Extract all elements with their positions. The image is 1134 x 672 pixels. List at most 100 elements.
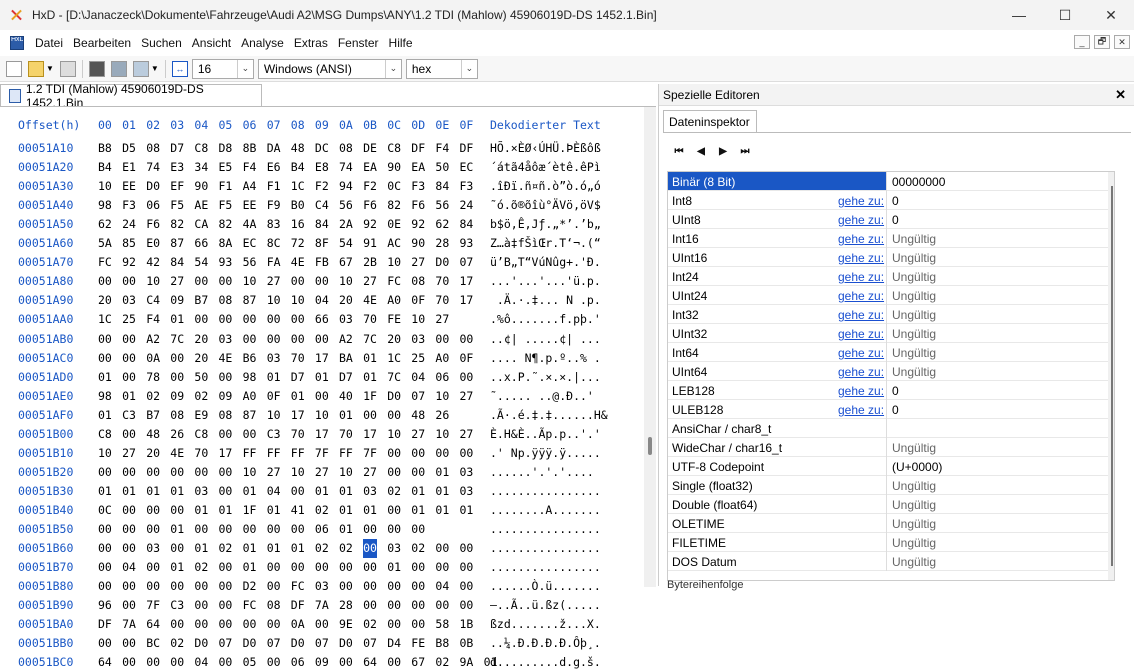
hex-byte[interactable]: 27 (460, 387, 474, 406)
hex-byte[interactable]: 2B (363, 253, 377, 272)
menu-ansicht[interactable]: Ansicht (187, 36, 236, 50)
hex-byte[interactable]: B7 (194, 291, 208, 310)
decoded-text[interactable]: d.........d.g.š. (490, 653, 601, 672)
decoded-text[interactable]: ................ (490, 520, 601, 539)
hex-byte[interactable]: 02 (339, 539, 353, 558)
last-byte-icon[interactable]: ⏭ (737, 143, 753, 159)
hex-byte[interactable]: AC (387, 234, 401, 253)
hex-byte[interactable]: 27 (411, 425, 425, 444)
menu-hilfe[interactable]: Hilfe (384, 36, 418, 50)
inspector-row[interactable]: OLETIME Ungültig (668, 514, 1108, 533)
hex-byte[interactable]: 10 (315, 406, 329, 425)
hex-byte[interactable]: 96 (98, 596, 112, 615)
hex-byte[interactable]: 1C (98, 310, 112, 329)
hex-byte[interactable]: 78 (146, 368, 160, 387)
goto-link[interactable]: gehe zu: (838, 365, 884, 379)
hex-byte[interactable]: 4E (219, 349, 233, 368)
decoded-text[interactable]: ˜ó.õ®õîù°ÄVö‚öV$ (490, 196, 601, 215)
hex-byte[interactable]: D0 (146, 177, 160, 196)
hex-byte[interactable]: 00 (460, 577, 474, 596)
hex-byte[interactable]: 1C (387, 349, 401, 368)
hex-byte[interactable]: 00 (435, 596, 449, 615)
goto-link[interactable]: gehe zu: (838, 403, 884, 417)
hex-byte[interactable]: B7 (146, 406, 160, 425)
disk-icon[interactable] (110, 60, 127, 77)
inspector-value[interactable]: Ungültig (892, 308, 936, 322)
hex-byte[interactable]: 0F (460, 349, 474, 368)
hex-byte[interactable]: FF (243, 444, 257, 463)
hex-byte[interactable]: 08 (170, 406, 184, 425)
hex-byte[interactable]: 62 (98, 215, 112, 234)
hex-byte[interactable]: 20 (146, 444, 160, 463)
hex-byte[interactable]: 00 (219, 368, 233, 387)
goto-link[interactable]: gehe zu: (838, 213, 884, 227)
hex-byte[interactable]: 00 (219, 482, 233, 501)
hex-byte[interactable]: A4 (243, 177, 257, 196)
hex-byte[interactable]: C3 (122, 406, 136, 425)
hex-byte[interactable]: A0 (387, 291, 401, 310)
hex-byte[interactable]: 08 (219, 406, 233, 425)
hex-byte[interactable]: 00 (122, 272, 136, 291)
hex-byte[interactable]: 01 (194, 501, 208, 520)
hex-byte[interactable]: 0A (291, 615, 305, 634)
hex-byte[interactable]: 02 (411, 539, 425, 558)
hex-byte[interactable]: 07 (267, 634, 281, 653)
hex-byte[interactable]: 09 (170, 387, 184, 406)
hex-byte[interactable]: 5A (98, 234, 112, 253)
scroll-thumb[interactable] (1111, 186, 1113, 566)
inspector-row[interactable]: Binär (8 Bit) 00000000 (668, 172, 1108, 191)
hex-byte[interactable]: 10 (387, 253, 401, 272)
hex-byte[interactable]: B4 (98, 158, 112, 177)
hex-byte[interactable]: 7F (315, 444, 329, 463)
inspector-value[interactable]: 00000000 (892, 175, 945, 189)
hex-byte[interactable]: 02 (315, 501, 329, 520)
inspector-row[interactable]: LEB128 gehe zu: 0 (668, 381, 1108, 400)
hex-byte[interactable]: 00 (267, 558, 281, 577)
hex-byte[interactable]: 01 (267, 539, 281, 558)
hex-byte[interactable]: 90 (194, 177, 208, 196)
open-disk-icon[interactable] (132, 60, 149, 77)
hex-byte[interactable]: 00 (122, 330, 136, 349)
hex-byte[interactable]: FC (387, 272, 401, 291)
hex-byte[interactable]: 04 (315, 291, 329, 310)
hex-byte[interactable]: 00 (435, 558, 449, 577)
hex-byte[interactable]: 10 (411, 310, 425, 329)
hex-byte[interactable]: 00 (411, 558, 425, 577)
hex-byte[interactable]: E0 (146, 234, 160, 253)
hex-byte[interactable]: 00 (243, 310, 257, 329)
hex-byte[interactable]: 2A (339, 215, 353, 234)
inspector-value[interactable]: Ungültig (892, 270, 936, 284)
hex-byte[interactable]: 00 (363, 520, 377, 539)
goto-link[interactable]: gehe zu: (838, 384, 884, 398)
hex-byte[interactable]: 8F (315, 234, 329, 253)
hex-byte[interactable]: 24 (122, 215, 136, 234)
decoded-text[interactable]: .... N¶.p.º..% . (490, 349, 601, 368)
hex-byte[interactable]: F3 (411, 177, 425, 196)
hex-byte[interactable]: 27 (460, 425, 474, 444)
hex-byte[interactable]: 00 (243, 520, 257, 539)
hex-byte[interactable]: 00 (460, 596, 474, 615)
hex-byte[interactable]: 17 (315, 349, 329, 368)
inspector-row[interactable]: WideChar / char16_t Ungültig (668, 438, 1108, 457)
inspector-row[interactable]: Int32 gehe zu: Ungültig (668, 305, 1108, 324)
hex-byte[interactable]: 98 (98, 196, 112, 215)
hex-byte[interactable]: 00 (194, 520, 208, 539)
inspector-row[interactable]: FILETIME Ungültig (668, 533, 1108, 552)
hex-byte[interactable]: 28 (435, 234, 449, 253)
hex-byte[interactable]: 02 (315, 539, 329, 558)
hex-byte[interactable]: 00 (387, 406, 401, 425)
hex-byte[interactable]: 00 (146, 653, 160, 672)
hex-byte[interactable]: 8C (267, 234, 281, 253)
inspector-row[interactable]: DOS Datum Ungültig (668, 552, 1108, 571)
hex-byte[interactable]: 66 (194, 234, 208, 253)
disk-dropdown-icon[interactable]: ▼ (151, 64, 159, 73)
hex-byte[interactable]: 00 (98, 272, 112, 291)
hex-byte[interactable]: 01 (315, 482, 329, 501)
hex-byte[interactable]: 03 (219, 330, 233, 349)
hex-byte[interactable]: 27 (315, 463, 329, 482)
hex-byte[interactable]: 28 (339, 596, 353, 615)
inspector-row[interactable]: UTF-8 Codepoint (U+0000) (668, 457, 1108, 476)
hex-byte[interactable]: 00 (315, 615, 329, 634)
hex-byte[interactable]: 0B (460, 634, 474, 653)
hex-byte[interactable]: 05 (243, 653, 257, 672)
